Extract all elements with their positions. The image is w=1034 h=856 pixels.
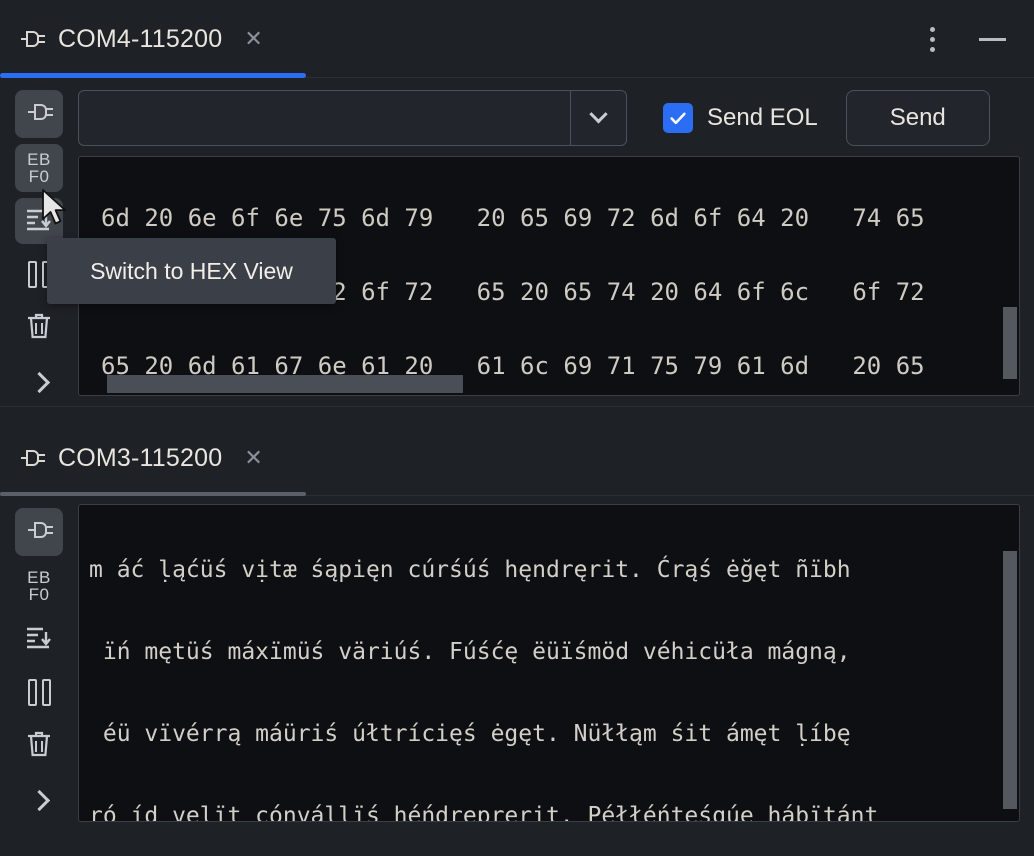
serial-plug-icon	[16, 447, 46, 469]
hex-horizontal-scrollbar-thumb[interactable]	[107, 375, 463, 393]
tabbar-com3: COM3-115200 ✕	[0, 420, 1034, 496]
window-controls	[904, 0, 1034, 78]
hex-vertical-scrollbar[interactable]	[1003, 159, 1017, 393]
panel-com3: COM3-115200 ✕ EB F0 m áć ḷąćüś vịtæ śąpi…	[0, 420, 1034, 824]
send-button[interactable]: Send	[845, 90, 990, 146]
chevron-right-icon	[28, 371, 50, 393]
tab-title: COM4-115200	[58, 24, 223, 53]
ebfo-line-2: F0	[28, 585, 50, 604]
tab-title: COM3-115200	[58, 443, 223, 472]
trash-icon	[25, 311, 53, 346]
serial-plug-icon	[23, 100, 55, 129]
content-com3: m áć ḷąćüś vịtæ śąpięn cúrśúś hęndręrit.…	[78, 496, 1034, 824]
toolbar-rail-com3: EB F0	[0, 496, 78, 824]
panel-body-com3: EB F0 m áć ḷąćüś vịtæ śąpięn cúrśúś hęnd…	[0, 496, 1034, 824]
text-line: éü vïvérrą máüriś úłtrícięś ėgęt. Nüłłąm…	[89, 721, 851, 747]
hex-view-tooltip: Switch to HEX View	[47, 238, 336, 304]
text-line: ró íd vęḷït çónváḷḷïś héńdręprerit. Péłł…	[89, 803, 879, 822]
minimize-icon	[978, 37, 1006, 41]
serial-plug-icon	[23, 518, 55, 547]
text-line: ïń mętüś máxïmüś väriúś. Fúśćę ëüïśmöd v…	[89, 639, 851, 665]
tab-com4[interactable]: COM4-115200 ✕	[0, 0, 285, 78]
hex-view-toggle-button[interactable]: EB F0	[15, 562, 63, 610]
text-vertical-scrollbar-thumb[interactable]	[1003, 551, 1017, 809]
autoscroll-toggle-button[interactable]	[15, 616, 63, 662]
send-eol-label: Send EOL	[707, 104, 818, 131]
kebab-menu-icon	[929, 26, 935, 52]
expand-rail-button[interactable]	[15, 358, 63, 406]
expand-rail-button[interactable]	[15, 776, 63, 824]
tabbar-com4: COM4-115200 ✕	[0, 0, 1034, 78]
tab-com3[interactable]: COM3-115200 ✕	[0, 420, 285, 496]
pause-icon	[27, 678, 51, 706]
scroll-down-list-icon	[24, 205, 54, 238]
kebab-menu-button[interactable]	[904, 13, 960, 65]
hex-vertical-scrollbar-thumb[interactable]	[1003, 307, 1017, 379]
eb-f0-hex-icon: EB F0	[27, 569, 51, 603]
chevron-down-icon	[589, 104, 608, 123]
command-combobox[interactable]	[78, 90, 627, 146]
trash-icon	[25, 729, 53, 764]
text-vertical-scrollbar[interactable]	[1003, 507, 1017, 819]
hex-view-toggle-button[interactable]: EB F0	[15, 144, 63, 192]
command-input[interactable]	[79, 91, 570, 145]
eb-f0-hex-icon: EB F0	[27, 151, 51, 185]
text-line: m áć ḷąćüś vịtæ śąpięn cúrśúś hęndręrit.…	[89, 557, 851, 583]
checkbox-checked-icon	[663, 103, 693, 133]
hex-line: 6d 20 6e 6f 6e 75 6d 79 20 65 69 72 6d 6…	[101, 204, 925, 232]
serial-terminal-app: COM4-115200 ✕ EB F0 Send EOL Send 6d 20 …	[0, 0, 1034, 856]
clear-button[interactable]	[15, 304, 63, 352]
tab-close-icon[interactable]: ✕	[244, 447, 262, 469]
command-history-dropdown-button[interactable]	[570, 91, 626, 145]
tab-active-underline	[0, 73, 306, 78]
panel-divider[interactable]	[0, 406, 1034, 420]
scroll-down-list-icon	[24, 623, 54, 656]
send-eol-checkbox[interactable]: Send EOL	[663, 103, 818, 133]
panel-com4: COM4-115200 ✕ EB F0 Send EOL Send 6d 20 …	[0, 0, 1034, 406]
hex-horizontal-scrollbar[interactable]	[81, 375, 1001, 393]
connect-toggle-button[interactable]	[15, 90, 63, 138]
pause-toggle-button[interactable]	[15, 668, 63, 716]
chevron-right-icon	[28, 789, 50, 811]
minimize-button[interactable]	[964, 13, 1020, 65]
ebfo-line-2: F0	[28, 167, 50, 186]
serial-plug-icon	[16, 28, 46, 50]
text-terminal-view[interactable]: m áć ḷąćüś vịtæ śąpięn cúrśúś hęndręrit.…	[78, 504, 1020, 822]
connect-toggle-button[interactable]	[15, 508, 63, 556]
tab-close-icon[interactable]: ✕	[244, 28, 262, 50]
send-row: Send EOL Send	[78, 78, 1020, 156]
clear-button[interactable]	[15, 722, 63, 770]
text-terminal-content: m áć ḷąćüś vịtæ śąpięn cúrśúś hęndręrit.…	[79, 505, 1019, 821]
tab-inactive-underline	[0, 492, 306, 496]
